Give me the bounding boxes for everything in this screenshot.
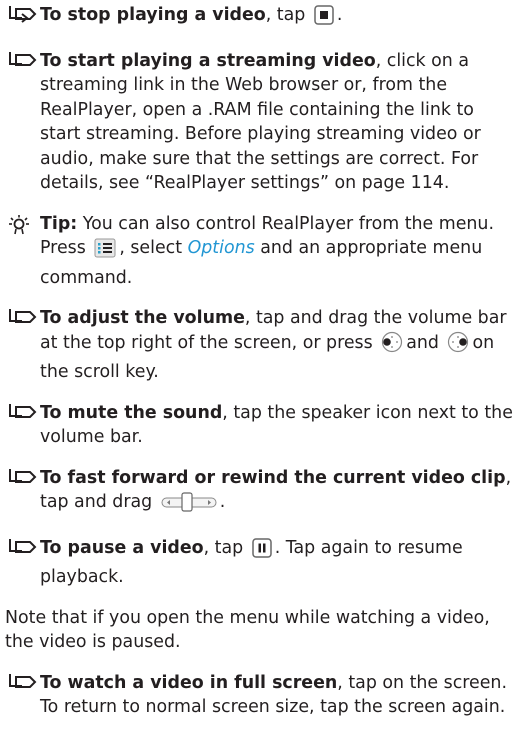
arrow-marker-icon xyxy=(9,51,37,66)
progress-slider-icon xyxy=(161,492,217,520)
options-menu-label: Options xyxy=(187,238,255,258)
arrow-marker-icon xyxy=(9,538,37,553)
instruction-streaming-video: To start playing a streaming video, clic… xyxy=(5,49,517,196)
scroll-right-icon xyxy=(447,331,469,361)
tip-block: Tip: You can also control RealPlayer fro… xyxy=(5,212,517,291)
document-page: To stop playing a video, tap . To start … xyxy=(5,3,517,736)
instruction-heading: To pause a video xyxy=(40,537,204,558)
tip-label: Tip: xyxy=(40,213,78,234)
instruction-stop-video: To stop playing a video, tap . xyxy=(5,3,517,33)
arrow-marker-icon xyxy=(9,468,37,483)
instruction-heading: To adjust the volume xyxy=(40,308,245,328)
instruction-seek: To fast forward or rewind the current vi… xyxy=(5,466,517,520)
tip-lightbulb-icon xyxy=(9,214,29,234)
instruction-mute-sound: To mute the sound, tap the speaker icon … xyxy=(5,401,517,450)
stop-button-icon xyxy=(314,5,334,33)
instruction-heading: To watch a video in full screen xyxy=(40,672,338,693)
note-paragraph: Note that if you open the menu while wat… xyxy=(5,607,490,653)
pause-button-icon xyxy=(251,537,272,566)
instruction-heading: To stop playing a video xyxy=(40,5,266,25)
instruction-pause-video: To pause a video, tap . Tap again to res… xyxy=(5,536,517,590)
arrow-marker-icon xyxy=(9,403,37,418)
arrow-marker-icon xyxy=(9,673,37,688)
instruction-full-screen: To watch a video in full screen, tap on … xyxy=(5,671,517,720)
scroll-left-icon xyxy=(381,331,403,361)
instruction-heading: To fast forward or rewind the current vi… xyxy=(40,467,506,488)
instruction-adjust-volume: To adjust the volume, tap and drag the v… xyxy=(5,306,517,385)
arrow-marker-icon xyxy=(9,6,37,23)
instruction-heading: To mute the sound xyxy=(40,402,223,423)
arrow-marker-icon xyxy=(9,309,37,323)
instruction-heading: To start playing a streaming video xyxy=(40,50,376,71)
menu-key-icon xyxy=(94,238,116,266)
